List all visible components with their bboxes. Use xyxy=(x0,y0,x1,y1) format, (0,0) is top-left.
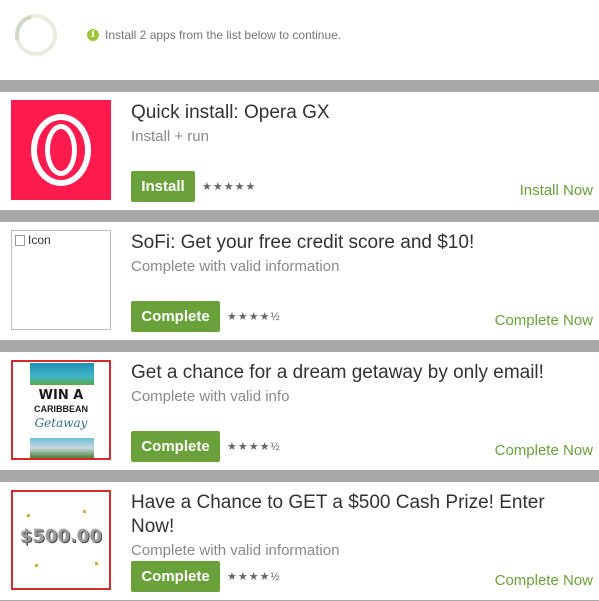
offer-subtitle: Complete with valid information xyxy=(131,542,340,559)
offer-card-sofi[interactable]: Icon SoFi: Get your free credit score an… xyxy=(0,222,599,340)
confetti-dot xyxy=(83,510,86,513)
image-alt-text: Icon xyxy=(28,233,51,247)
offer-image-broken[interactable]: Icon xyxy=(11,230,111,330)
cash-prize-image-text: $500.00 xyxy=(20,526,102,547)
rating-stars: ★★★★★ xyxy=(202,181,257,193)
info-icon: i xyxy=(87,29,99,41)
offer-title[interactable]: SoFi: Get your free credit score and $10… xyxy=(131,231,571,255)
offer-subtitle: Complete with valid info xyxy=(131,388,290,405)
sea-image-strip xyxy=(30,363,94,385)
opera-logo-icon[interactable] xyxy=(11,100,111,200)
confetti-dot xyxy=(27,514,30,517)
image-text-line-3: Getaway xyxy=(34,416,88,430)
complete-button[interactable]: Complete xyxy=(131,561,220,592)
complete-now-link[interactable]: Complete Now xyxy=(495,442,593,459)
complete-now-link[interactable]: Complete Now xyxy=(495,572,593,589)
complete-button[interactable]: Complete xyxy=(131,431,220,462)
offer-title[interactable]: Quick install: Opera GX xyxy=(131,101,571,125)
offer-title[interactable]: Get a chance for a dream getaway by only… xyxy=(131,361,571,385)
offer-title[interactable]: Have a Chance to GET a $500 Cash Prize! … xyxy=(131,491,571,539)
confetti-dot xyxy=(95,562,98,565)
offer-card-caribbean[interactable]: WIN A CARIBBEAN Getaway Get a chance for… xyxy=(0,352,599,470)
install-now-link[interactable]: Install Now xyxy=(520,182,593,199)
loading-spinner-arc xyxy=(7,6,65,64)
beach-image-strip xyxy=(30,438,94,458)
image-text-line-2: CARIBBEAN xyxy=(34,404,88,414)
caribbean-getaway-image[interactable]: WIN A CARIBBEAN Getaway xyxy=(11,360,111,460)
opera-ring-inner xyxy=(45,124,77,176)
image-text-line-1: WIN A xyxy=(38,388,84,403)
offer-card-opera[interactable]: Quick install: Opera GX Install + run In… xyxy=(0,92,599,210)
header-message: i Install 2 apps from the list below to … xyxy=(87,28,341,42)
offer-card-cash-prize[interactable]: $500.00 Have a Chance to GET a $500 Cash… xyxy=(0,482,599,600)
rating-stars: ★★★★½ xyxy=(227,311,281,323)
complete-button[interactable]: Complete xyxy=(131,301,220,332)
rating-stars: ★★★★½ xyxy=(227,441,281,453)
install-button[interactable]: Install xyxy=(131,171,195,202)
rating-stars: ★★★★½ xyxy=(227,571,281,583)
broken-image-icon xyxy=(15,235,25,246)
complete-now-link[interactable]: Complete Now xyxy=(495,312,593,329)
header-panel: i Install 2 apps from the list below to … xyxy=(0,0,599,80)
header-message-text: Install 2 apps from the list below to co… xyxy=(105,28,342,42)
offer-subtitle: Complete with valid information xyxy=(131,258,340,275)
cash-prize-image[interactable]: $500.00 xyxy=(11,490,111,590)
offer-subtitle: Install + run xyxy=(131,128,209,145)
confetti-dot xyxy=(35,564,38,567)
